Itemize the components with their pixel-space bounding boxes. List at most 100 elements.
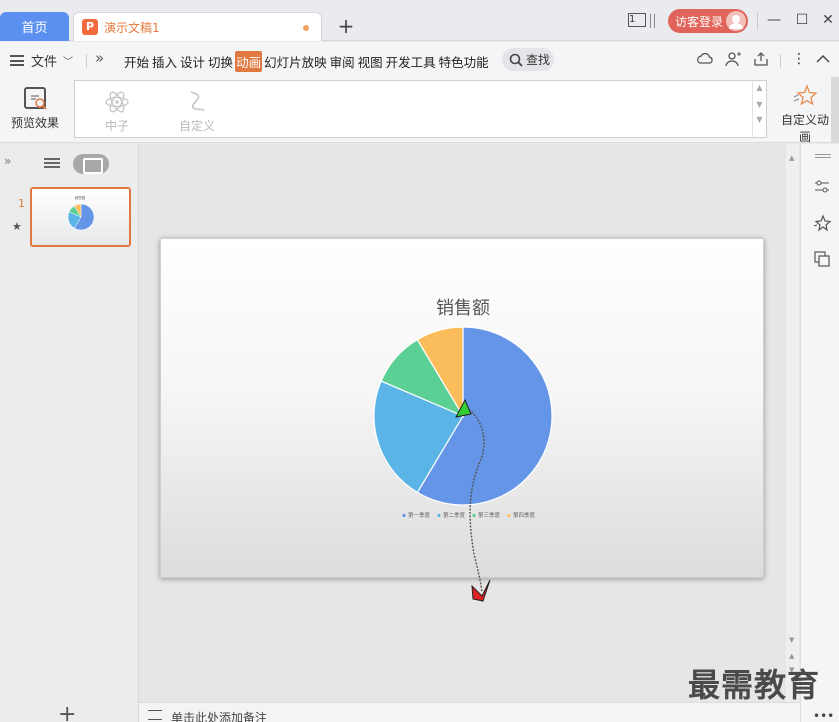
preview-effect-button[interactable]: 预览效果	[6, 83, 64, 137]
home-tab[interactable]: 首页	[0, 12, 69, 41]
search-button[interactable]: 查找	[502, 48, 554, 71]
menubar-divider	[780, 54, 781, 68]
title-bar: 首页 P 演示文稿1 + 1 访客登录 — ☐ ✕	[0, 0, 839, 41]
tab-features[interactable]: 特色功能	[438, 51, 490, 72]
notes-menu-icon[interactable]	[148, 710, 162, 720]
tab-insert[interactable]: 插入	[151, 51, 178, 72]
panel-grip-icon	[815, 154, 831, 158]
slide-number: 1	[18, 197, 25, 210]
scroll-down-icon[interactable]: ▼	[753, 100, 766, 109]
legend-marker-1	[402, 513, 406, 518]
tab-transition[interactable]: 切换	[207, 51, 234, 72]
tab-design[interactable]: 设计	[179, 51, 206, 72]
window-count-divider-2	[654, 14, 655, 28]
legend-label-4: 第四季度	[513, 511, 536, 519]
double-chevron-icon[interactable]: »	[95, 49, 104, 67]
gallery-expand-icon[interactable]: ▼	[753, 115, 766, 124]
tab-animation[interactable]: 动画	[235, 51, 263, 72]
collapse-ribbon-icon[interactable]	[814, 50, 832, 68]
legend-label-3: 第三季度	[478, 511, 501, 519]
prev-slide-icon[interactable]: ▲	[789, 652, 794, 660]
titlebar-divider	[757, 12, 758, 30]
visitor-login-button[interactable]: 访客登录	[668, 9, 748, 33]
animation-star-icon: ★	[12, 220, 22, 233]
gallery-item-label: 中子	[104, 119, 129, 133]
gallery-item-neutron[interactable]: 中子	[87, 85, 147, 134]
slide-thumbnail[interactable]: 销售额	[30, 187, 131, 247]
motion-path-end-marker[interactable]	[471, 579, 491, 602]
scroll-up-icon[interactable]: ▲	[753, 83, 766, 92]
tab-view[interactable]: 视图	[357, 51, 384, 72]
slide-canvas: 销售额 第一季度 第二季度 第三季度 第四季度	[139, 144, 800, 702]
star-motion-icon	[778, 81, 832, 111]
canvas-vertical-scrollbar[interactable]: ▲ ▼ ▲ ▼	[786, 144, 799, 702]
custom-animation-label: 自定义动画	[780, 113, 829, 144]
login-label: 访客登录	[675, 14, 724, 29]
ribbon-tab-bar: 文件 ﹀ » 开始 插入 设计 切换 动画 幻灯片放映 审阅 视图 开发工具 特…	[0, 42, 839, 77]
search-label: 查找	[526, 53, 551, 67]
hamburger-icon	[10, 55, 24, 66]
scroll-up-icon[interactable]: ▲	[789, 154, 794, 162]
chart-title: 销售额	[436, 298, 490, 319]
preview-effect-label: 预览效果	[10, 116, 59, 130]
tab-slideshow[interactable]: 幻灯片放映	[263, 51, 328, 72]
presentation-icon: P	[82, 19, 98, 35]
new-tab-icon[interactable]: +	[336, 14, 356, 38]
scroll-down-icon[interactable]: ▼	[789, 636, 794, 644]
thumbnail-pie-chart: 销售额	[67, 195, 95, 231]
expand-pane-icon[interactable]: »	[4, 154, 11, 168]
atom-icon	[87, 85, 147, 117]
share-icon[interactable]	[752, 50, 770, 68]
document-tab-label: 演示文稿1	[104, 20, 160, 35]
file-menu-label: 文件	[31, 55, 58, 70]
tab-review[interactable]: 审阅	[329, 51, 356, 72]
legend-marker-2	[437, 513, 441, 518]
legend-marker-3	[472, 513, 476, 518]
toolbar-scrollbar[interactable]	[831, 77, 839, 143]
animation-toolbar: 预览效果 中子 自定义 ▲ ▼ ▼ 自定义动画	[0, 77, 839, 145]
properties-sliders-icon[interactable]	[813, 178, 831, 196]
add-slide-icon[interactable]: +	[58, 702, 76, 722]
right-side-panel: •••	[800, 144, 839, 722]
custom-animation-button[interactable]: 自定义动画	[778, 81, 832, 145]
file-menu[interactable]: 文件 ﹀	[10, 51, 73, 70]
document-tab[interactable]: P 演示文稿1	[73, 12, 322, 41]
gallery-item-label: 自定义	[178, 119, 215, 133]
avatar	[726, 11, 746, 31]
ribbon-tabs: 开始 插入 设计 切换 动画 幻灯片放映 审阅 视图 开发工具 特色功能	[123, 51, 491, 72]
minimize-icon[interactable]: —	[764, 10, 784, 30]
custom-path-icon	[167, 85, 227, 117]
watermark-text: 最需教育	[688, 666, 821, 704]
slide[interactable]: 销售额 第一季度 第二季度 第三季度 第四季度	[160, 238, 764, 578]
notes-placeholder: 单击此处添加备注	[171, 711, 268, 722]
menu-divider	[86, 54, 87, 68]
animation-gallery: 中子 自定义 ▲ ▼ ▼	[74, 80, 767, 138]
pie-chart[interactable]	[373, 326, 553, 506]
cloud-sync-icon[interactable]	[696, 50, 714, 68]
gallery-item-custom[interactable]: 自定义	[167, 85, 227, 134]
chart-legend: 第一季度 第二季度 第三季度 第四季度	[402, 511, 536, 519]
transition-panel-icon[interactable]	[813, 250, 831, 268]
more-horizontal-icon[interactable]: •••	[813, 709, 834, 722]
outline-view-icon[interactable]	[44, 156, 60, 170]
thumbnail-chart-title: 销售额	[75, 195, 86, 200]
slides-view-toggle[interactable]	[73, 154, 109, 174]
unsaved-dot-icon	[303, 25, 309, 31]
window-count-badge[interactable]: 1	[628, 13, 646, 27]
more-vertical-icon[interactable]: ⋮	[790, 50, 808, 68]
legend-label-1: 第一季度	[408, 511, 431, 519]
legend-label-2: 第二季度	[443, 511, 466, 519]
chevron-down-icon: ﹀	[63, 57, 74, 68]
user-collab-icon[interactable]	[724, 50, 742, 68]
animation-star-panel-icon[interactable]	[813, 214, 832, 232]
tab-start[interactable]: 开始	[123, 51, 150, 72]
tab-developer[interactable]: 开发工具	[385, 51, 437, 72]
gallery-scrollbar[interactable]: ▲ ▼ ▼	[752, 81, 766, 137]
legend-marker-4	[507, 513, 511, 518]
close-icon[interactable]: ✕	[818, 10, 838, 30]
window-count-value: 1	[629, 14, 636, 25]
slide-navigation-pane: » 1 ★ 销售额 +	[0, 144, 139, 722]
maximize-icon[interactable]: ☐	[792, 10, 812, 30]
preview-icon	[24, 87, 47, 110]
slide-content: 销售额 第一季度 第二季度 第三季度 第四季度	[373, 298, 553, 519]
